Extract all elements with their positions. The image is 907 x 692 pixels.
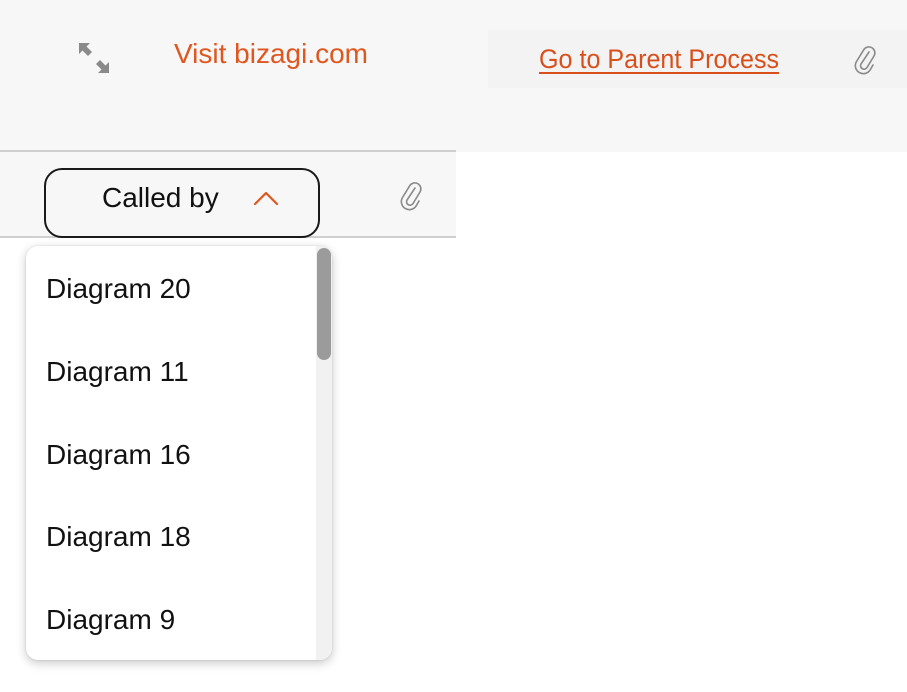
go-to-parent-process-link[interactable]: Go to Parent Process xyxy=(539,44,779,75)
visit-bizagi-link[interactable]: Visit bizagi.com xyxy=(174,38,368,70)
expand-arrows-icon[interactable] xyxy=(74,38,114,78)
scrollbar-thumb[interactable] xyxy=(317,248,331,360)
called-by-label: Called by xyxy=(102,182,219,213)
called-by-toggle-button[interactable]: Called by xyxy=(44,168,320,238)
dropdown-item[interactable]: Diagram 18 xyxy=(46,521,191,561)
paperclip-icon[interactable] xyxy=(853,44,877,76)
dropdown-item[interactable]: Diagram 16 xyxy=(46,439,191,479)
dropdown-item[interactable]: Diagram 11 xyxy=(46,356,189,396)
called-by-dropdown: Diagram 20 Diagram 11 Diagram 16 Diagram… xyxy=(26,246,332,660)
chevron-up-icon xyxy=(252,188,280,208)
dropdown-item[interactable]: Diagram 9 xyxy=(46,604,175,644)
paperclip-icon[interactable] xyxy=(399,180,423,212)
dropdown-item[interactable]: Diagram 20 xyxy=(46,273,191,313)
